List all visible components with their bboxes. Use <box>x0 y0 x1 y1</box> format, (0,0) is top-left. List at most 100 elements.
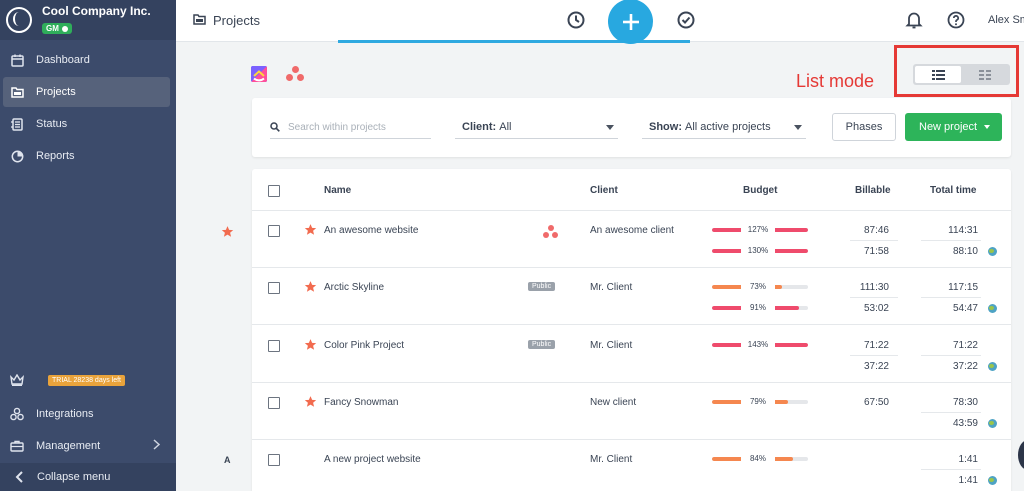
table-row[interactable]: Fancy Snowman New client 79% 67:50 78:30 43:5… <box>252 383 1011 440</box>
row-checkbox[interactable] <box>268 225 280 237</box>
company-switcher[interactable]: Cool Company Inc. GM <box>0 0 176 40</box>
budget-percent: 143% <box>741 338 775 351</box>
public-badge: Public <box>528 282 556 292</box>
favorite-star-icon[interactable] <box>304 338 317 351</box>
sidebar-nav: Dashboard Projects Status Reports <box>0 45 176 171</box>
table-row[interactable]: An awesome website An awesome client 127% 1… <box>252 211 1011 268</box>
budget-percent: 91% <box>741 302 775 315</box>
show-filter-select[interactable]: Show: All active projects <box>642 116 806 139</box>
filter-bar: Client: All Show: All active projects Ph… <box>252 98 1011 157</box>
company-logo <box>6 7 32 33</box>
table-row[interactable]: Color Pink Project Public Mr. Client 143% 71… <box>252 326 1011 383</box>
total-time: 54:47 <box>952 303 978 315</box>
new-project-button[interactable]: New project <box>905 113 1002 141</box>
column-header-total-time[interactable]: Total time <box>930 185 976 196</box>
timer-button[interactable] <box>566 10 586 30</box>
clickup-icon[interactable] <box>251 66 267 82</box>
client-name: New client <box>590 396 637 408</box>
sidebar-item-integrations[interactable]: Integrations <box>3 399 170 429</box>
bell-icon <box>905 12 923 29</box>
client-filter-value: All <box>499 121 512 133</box>
sidebar-item-projects[interactable]: Projects <box>3 77 170 107</box>
table-row[interactable]: Arctic Skyline Public Mr. Client 73% 91% 111:… <box>252 268 1011 326</box>
clock-icon <box>567 11 585 29</box>
column-header-client[interactable]: Client <box>590 185 618 196</box>
project-name[interactable]: Fancy Snowman <box>324 397 398 408</box>
budget-progress-bar: 84% <box>712 453 808 466</box>
new-project-label: New project <box>919 121 978 133</box>
trial-row[interactable]: TRIAL 28238 days left <box>0 370 176 390</box>
calendar-icon <box>10 53 24 67</box>
project-name[interactable]: Color Pink Project <box>324 340 404 351</box>
grid-icon <box>979 69 991 80</box>
project-name[interactable]: A new project website <box>324 454 421 465</box>
favorite-star-icon[interactable] <box>304 223 317 236</box>
plus-icon <box>622 13 639 30</box>
table-row[interactable]: A new project website Mr. Client 84% 1:41 1:… <box>252 440 1011 491</box>
budget-percent: 130% <box>741 245 775 257</box>
row-checkbox[interactable] <box>268 339 280 352</box>
column-header-billable[interactable]: Billable <box>855 185 891 196</box>
sub-divider <box>921 297 981 299</box>
sidebar-item-dashboard[interactable]: Dashboard <box>3 45 170 75</box>
list-view-button[interactable] <box>915 66 961 83</box>
column-header-name[interactable]: Name <box>324 185 351 196</box>
total-time: 71:22 <box>952 339 978 351</box>
globe-icon[interactable] <box>988 361 997 371</box>
total-time: 1:41 <box>958 454 978 466</box>
show-filter-label: Show: <box>649 121 682 133</box>
notifications-button[interactable] <box>905 10 923 30</box>
total-time: 43:59 <box>952 417 978 429</box>
chat-launcher[interactable] <box>1018 440 1024 470</box>
client-name: Mr. Client <box>590 454 633 466</box>
pie-chart-icon <box>10 149 24 163</box>
select-all-checkbox[interactable] <box>268 185 280 197</box>
budget-percent: 73% <box>741 281 775 294</box>
budget-progress-bar: 91% <box>712 302 808 315</box>
add-button[interactable] <box>608 0 653 44</box>
question-icon <box>947 11 965 29</box>
search-field <box>270 116 431 139</box>
user-menu[interactable]: Alex Sm <box>988 14 1024 26</box>
briefcase-icon <box>10 439 24 453</box>
budget-progress-bar: 127% <box>712 224 808 236</box>
list-icon <box>931 69 945 80</box>
search-input[interactable] <box>288 121 428 133</box>
column-header-budget[interactable]: Budget <box>743 185 777 196</box>
company-name: Cool Company Inc. <box>42 4 151 18</box>
status-icon <box>10 117 24 131</box>
budget-percent: 84% <box>741 453 775 466</box>
globe-icon[interactable] <box>988 247 997 256</box>
project-name[interactable]: Arctic Skyline <box>324 282 384 293</box>
approvals-button[interactable] <box>676 10 696 30</box>
row-checkbox[interactable] <box>268 454 280 467</box>
favorite-star-icon[interactable] <box>304 280 317 293</box>
project-name[interactable]: An awesome website <box>324 225 419 236</box>
globe-icon[interactable] <box>988 304 997 314</box>
sidebar-item-reports[interactable]: Reports <box>3 141 170 171</box>
client-filter-select[interactable]: Client: All <box>455 116 618 139</box>
row-checkbox[interactable] <box>268 396 280 409</box>
asana-icon[interactable] <box>543 225 558 239</box>
help-button[interactable] <box>946 10 966 30</box>
sub-divider <box>921 469 981 471</box>
phases-button[interactable]: Phases <box>832 113 896 141</box>
list-mode-annotation: List mode <box>796 71 875 91</box>
globe-icon[interactable] <box>988 476 997 486</box>
asana-icon[interactable] <box>286 66 304 82</box>
search-icon <box>270 122 280 132</box>
row-checkbox[interactable] <box>268 282 280 295</box>
budget-progress-bar: 143% <box>712 338 808 351</box>
total-time: 1:41 <box>958 475 978 487</box>
favorite-star-icon[interactable] <box>304 395 317 408</box>
sidebar-item-management[interactable]: Management <box>3 431 170 461</box>
projects-table: Name Client Budget Billable Total time A… <box>252 169 1011 491</box>
total-time: 114:31 <box>948 225 978 236</box>
globe-icon[interactable] <box>988 418 997 428</box>
sidebar-item-status[interactable]: Status <box>3 109 170 139</box>
show-filter-value: All active projects <box>685 121 771 133</box>
collapse-menu-button[interactable]: Collapse menu <box>0 463 176 491</box>
billable-time: 71:58 <box>863 246 889 257</box>
table-view-button[interactable] <box>962 66 1008 83</box>
client-name: Mr. Client <box>590 282 633 294</box>
